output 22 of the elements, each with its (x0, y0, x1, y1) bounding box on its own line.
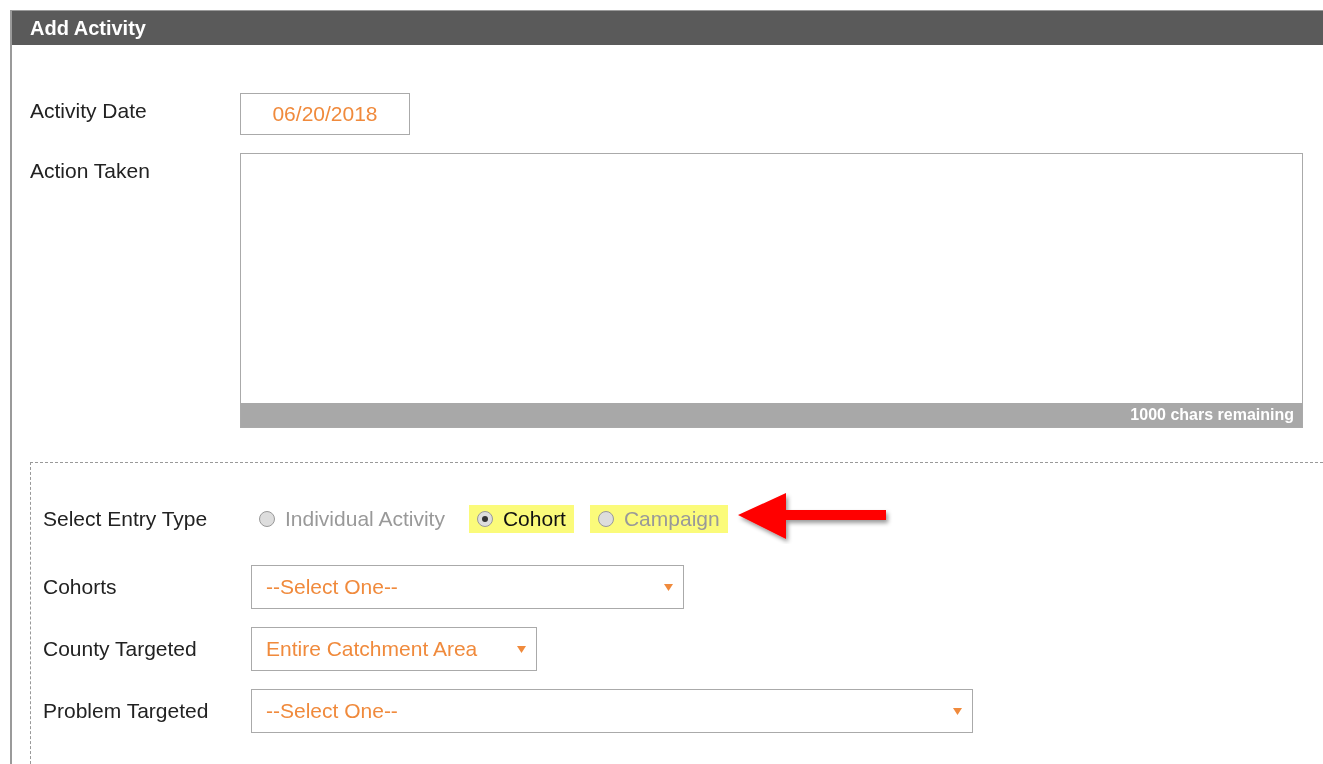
field-label: Cohorts (43, 575, 118, 599)
char-counter: 1000 chars remaining (241, 403, 1302, 427)
panel-title: Add Activity (30, 16, 146, 40)
caret-icon (664, 583, 673, 591)
field-label: Action Taken (30, 158, 151, 183)
caret-icon (953, 707, 962, 715)
field-label: Activity Date (30, 98, 148, 123)
field-label: Problem Targeted (43, 699, 210, 723)
field-label: County Targeted (43, 637, 198, 661)
radio-option[interactable]: Individual Activity (251, 505, 453, 533)
radio-icon (259, 511, 275, 527)
radio-icon (597, 511, 614, 527)
dropdown[interactable]: --Select One-- (251, 689, 973, 733)
dropdown[interactable]: Entire Catchment Area (251, 627, 537, 671)
radio-icon (476, 511, 493, 527)
radio-option[interactable]: Cohort (468, 505, 574, 533)
date-field[interactable]: 06/20/2018 (240, 93, 410, 135)
field-label: Select Entry Type (43, 507, 209, 531)
caret-icon (517, 645, 526, 653)
text-area[interactable]: 1000 chars remaining (240, 153, 1303, 428)
dropdown[interactable]: --Select One-- (251, 565, 684, 609)
radio-option[interactable]: Campaign (589, 505, 728, 533)
